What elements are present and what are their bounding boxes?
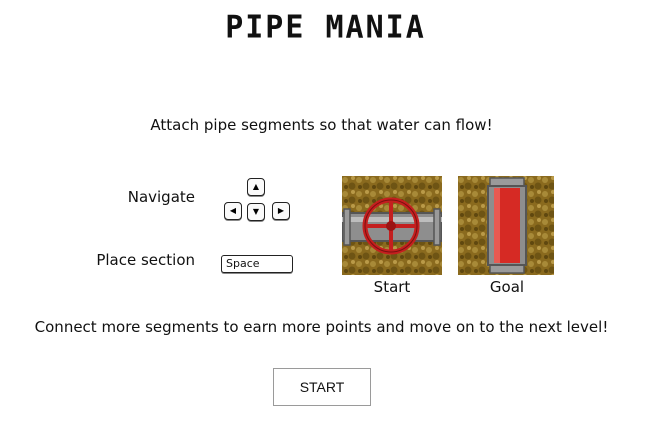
goal-pipe-tile [458, 176, 554, 275]
intro-text: Attach pipe segments so that water can f… [150, 116, 493, 134]
start-button[interactable]: START [273, 368, 371, 406]
game-title: PIPE MANIA [225, 9, 426, 46]
instructions-text: Connect more segments to earn more point… [34, 318, 609, 336]
game-start-screen: PIPE MANIA Attach pipe segments so that … [0, 0, 651, 448]
arrow-keys-group: ▲ ◀ ▼ ▶ [222, 178, 292, 222]
navigate-label: Navigate [127, 188, 195, 206]
arrow-right-key-icon: ▶ [272, 202, 290, 220]
goal-tile-caption: Goal [489, 278, 525, 296]
arrow-left-key-icon: ◀ [224, 202, 242, 220]
space-key-icon: Space [221, 255, 293, 273]
place-section-label: Place section [96, 251, 195, 269]
start-valve-tile [342, 176, 442, 275]
arrow-up-key-icon: ▲ [247, 178, 265, 196]
start-tile-caption: Start [373, 278, 411, 296]
arrow-down-key-icon: ▼ [247, 203, 265, 221]
